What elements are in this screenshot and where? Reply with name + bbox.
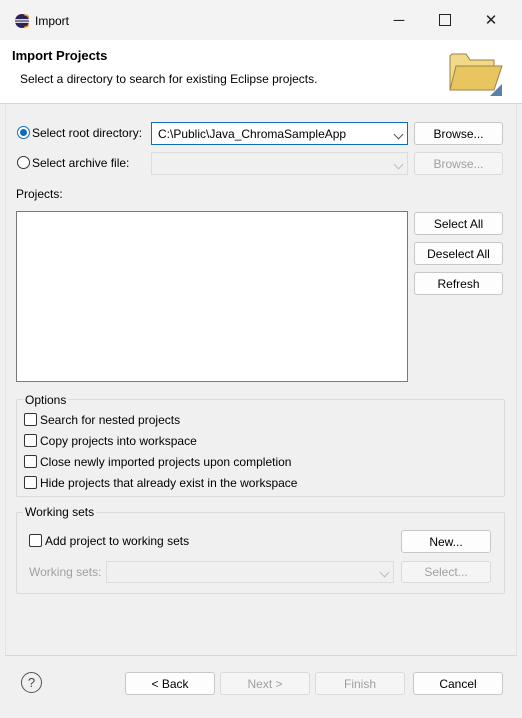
select-working-sets-button[interactable]: Select... [401, 561, 491, 583]
back-button[interactable]: < Back [125, 672, 215, 695]
chevron-down-icon [393, 129, 404, 139]
maximize-button[interactable] [422, 0, 468, 40]
copy-projects-checkbox[interactable] [24, 434, 37, 447]
archive-file-label: Select archive file: [32, 156, 130, 170]
finish-button[interactable]: Finish [315, 672, 405, 695]
archive-file-radio[interactable] [17, 156, 30, 169]
page-description: Select a directory to search for existin… [20, 72, 318, 86]
root-directory-radio[interactable] [17, 126, 30, 139]
search-nested-checkbox[interactable] [24, 413, 37, 426]
working-sets-label: Working sets: [29, 565, 102, 579]
chevron-down-icon [379, 567, 390, 578]
new-working-set-button[interactable]: New... [401, 530, 491, 553]
working-sets-combo[interactable] [106, 561, 394, 583]
archive-file-combo[interactable] [151, 152, 408, 175]
copy-projects-label: Copy projects into workspace [40, 434, 197, 448]
hide-existing-label: Hide projects that already exist in the … [40, 476, 298, 490]
working-sets-legend: Working sets [23, 505, 97, 519]
projects-list[interactable] [16, 211, 408, 382]
footer-separator [5, 655, 517, 656]
page-title: Import Projects [12, 48, 108, 63]
select-all-button[interactable]: Select All [414, 212, 503, 235]
projects-label: Projects: [16, 187, 63, 201]
root-directory-value: C:\Public\Java_ChromaSampleApp [158, 126, 347, 141]
window-title: Import [35, 14, 70, 28]
radio-dot [20, 129, 27, 136]
root-browse-button[interactable]: Browse... [414, 122, 503, 145]
refresh-button[interactable]: Refresh [414, 272, 503, 295]
minimize-icon: ─ [393, 11, 405, 29]
next-button[interactable]: Next > [220, 672, 310, 695]
maximize-icon [439, 14, 451, 26]
root-directory-combo[interactable]: C:\Public\Java_ChromaSampleApp [151, 122, 408, 145]
root-directory-label: Select root directory: [32, 126, 143, 140]
minimize-button[interactable]: ─ [376, 0, 422, 40]
close-button[interactable]: ✕ [468, 0, 514, 40]
hide-existing-checkbox[interactable] [24, 476, 37, 489]
search-nested-label: Search for nested projects [40, 413, 181, 427]
options-legend: Options [23, 393, 69, 407]
folder-icon [446, 46, 506, 98]
add-to-working-sets-label: Add project to working sets [45, 534, 190, 548]
close-imported-checkbox[interactable] [24, 455, 37, 468]
add-to-working-sets-checkbox[interactable] [29, 534, 42, 547]
help-icon: ? [27, 675, 36, 690]
wizard-banner: Import Projects Select a directory to se… [0, 40, 522, 104]
help-button[interactable]: ? [21, 672, 42, 693]
close-imported-label: Close newly imported projects upon compl… [40, 455, 292, 469]
title-bar: Import ─ ✕ [0, 0, 522, 40]
archive-browse-button[interactable]: Browse... [414, 152, 503, 175]
close-icon: ✕ [484, 12, 498, 29]
eclipse-logo-icon [15, 14, 32, 28]
chevron-down-icon [393, 159, 404, 169]
deselect-all-button[interactable]: Deselect All [414, 242, 503, 265]
cancel-button[interactable]: Cancel [413, 672, 503, 695]
